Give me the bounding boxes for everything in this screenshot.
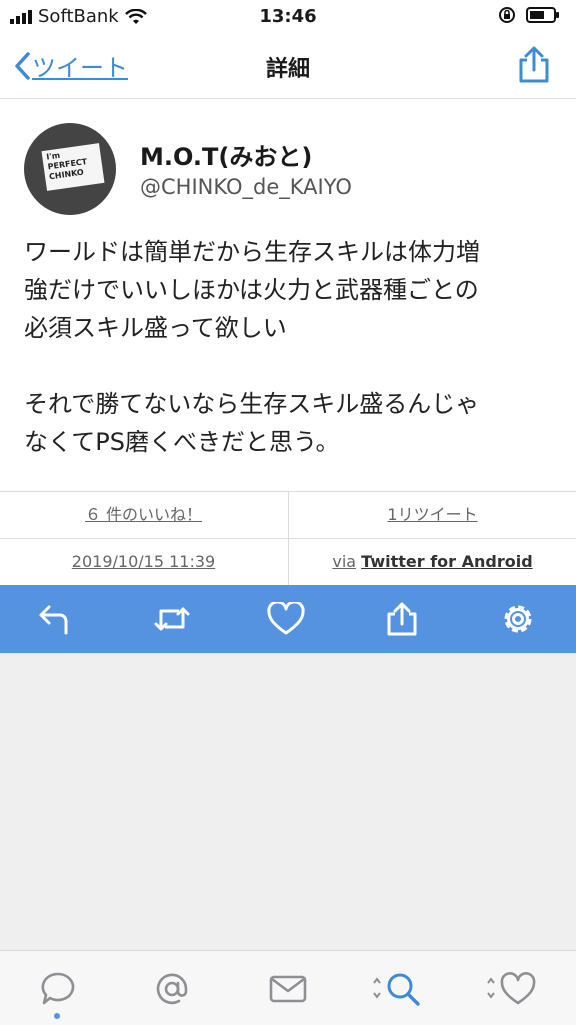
- active-tab-indicator: [54, 1013, 60, 1019]
- page-title: 詳細: [265, 57, 310, 82]
- speech-bubble-icon: [41, 972, 75, 1005]
- meta-row: 2019/10/15 11:39 via Twitter for Android: [0, 538, 576, 585]
- tweet-detail: I'm PERFECT CHINKO M.O.T(みおと) @CHINKO_de…: [0, 99, 576, 491]
- navigation-bar: ツイート 詳細: [0, 34, 576, 99]
- share-icon: [519, 46, 549, 83]
- reply-button[interactable]: [34, 599, 74, 639]
- via-client-name: Twitter for Android: [361, 552, 533, 571]
- avatar[interactable]: I'm PERFECT CHINKO: [24, 123, 116, 215]
- via-prefix: via: [332, 552, 357, 571]
- share-icon: [387, 602, 417, 636]
- action-bar: [0, 585, 576, 653]
- avatar-card: I'm PERFECT CHINKO: [41, 143, 105, 191]
- reply-icon: [39, 605, 68, 635]
- tweet-text: ワールドは簡単だから生存スキルは体力増 強だけでいいしほかは火力と武器種ごとの …: [24, 238, 480, 456]
- heart-icon: [487, 972, 536, 1005]
- via-client[interactable]: via Twitter for Android: [288, 539, 576, 585]
- like-button[interactable]: [266, 599, 306, 639]
- battery-icon: [526, 7, 559, 23]
- tab-messages[interactable]: [266, 967, 310, 1011]
- gear-icon: [504, 605, 532, 633]
- heart-icon: [267, 602, 305, 635]
- likes-count-link[interactable]: ６ 件のいいね！: [0, 492, 287, 538]
- mail-icon: [269, 975, 307, 1003]
- tab-home[interactable]: [36, 967, 80, 1011]
- retweet-button[interactable]: [152, 599, 192, 639]
- retweets-count-link[interactable]: 1リツイート: [288, 492, 576, 538]
- tweet-datetime[interactable]: 2019/10/15 11:39: [0, 539, 287, 585]
- share-tweet-button[interactable]: [382, 599, 422, 639]
- rotation-lock-icon: [499, 7, 515, 23]
- retweet-icon: [154, 607, 190, 631]
- status-indicators: [498, 6, 560, 24]
- tab-search[interactable]: [372, 967, 428, 1011]
- stats-row: ６ 件のいいね！ 1リツイート: [0, 491, 576, 538]
- display-name[interactable]: M.O.T(みおと): [140, 137, 312, 172]
- tab-favorites[interactable]: [486, 967, 542, 1011]
- user-handle[interactable]: @CHINKO_de_KAIYO: [140, 175, 352, 199]
- share-button[interactable]: [516, 46, 552, 88]
- search-icon: [373, 973, 420, 1006]
- status-time: 13:46: [259, 6, 317, 27]
- settings-button[interactable]: [498, 599, 538, 639]
- tab-bar: [0, 950, 576, 1025]
- tab-mentions[interactable]: [150, 967, 194, 1011]
- mention-icon: [156, 973, 188, 1005]
- status-bar: SoftBank 13:46: [0, 0, 576, 34]
